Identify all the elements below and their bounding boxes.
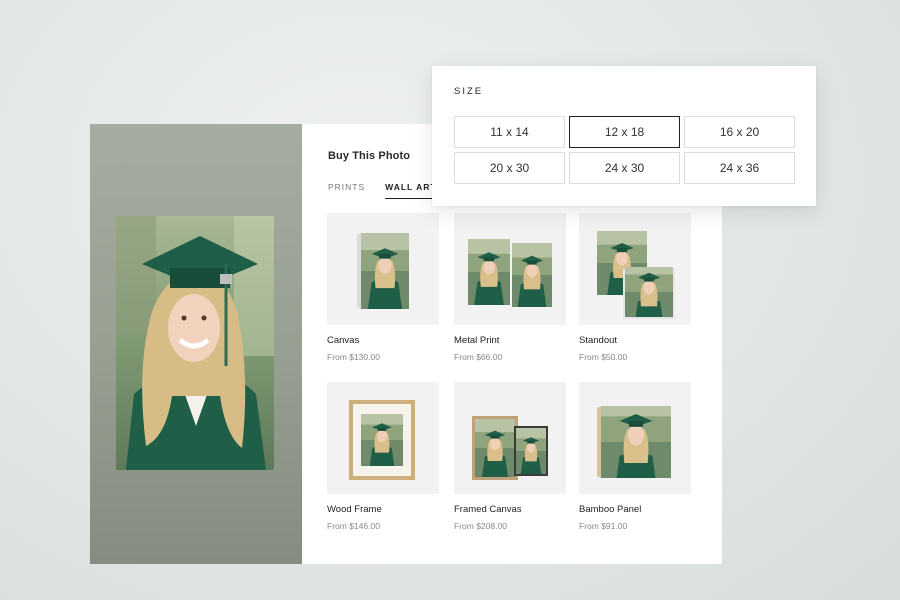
metal-print-thumbnail — [454, 213, 566, 325]
product-price: From $91.00 — [579, 521, 628, 531]
product-bamboo-panel[interactable]: Bamboo Panel From $91.00 — [579, 382, 691, 531]
product-tabs: PRINTS WALL ART — [328, 182, 437, 199]
product-name: Bamboo Panel — [579, 504, 642, 515]
size-option-12x18[interactable]: 12 x 18 — [569, 116, 680, 148]
size-options-grid: 11 x 14 12 x 18 16 x 20 20 x 30 24 x 30 … — [454, 116, 795, 184]
product-price: From $66.00 — [454, 352, 503, 362]
size-label: SIZE — [454, 86, 484, 97]
product-price: From $50.00 — [579, 352, 628, 362]
tab-wall-art[interactable]: WALL ART — [385, 182, 437, 199]
product-canvas[interactable]: Canvas From $130.00 — [327, 213, 439, 362]
product-name: Standout — [579, 335, 618, 346]
tab-prints[interactable]: PRINTS — [328, 182, 365, 199]
size-option-24x30[interactable]: 24 x 30 — [569, 152, 680, 184]
size-option-11x14[interactable]: 11 x 14 — [454, 116, 565, 148]
product-price: From $130.00 — [327, 352, 380, 362]
standout-thumbnail — [579, 213, 691, 325]
product-price: From $146.00 — [327, 521, 380, 531]
size-option-20x30[interactable]: 20 x 30 — [454, 152, 565, 184]
product-name: Wood Frame — [327, 504, 382, 515]
product-standout[interactable]: Standout From $50.00 — [579, 213, 691, 362]
main-photo — [116, 216, 274, 470]
panel-title: Buy This Photo — [328, 150, 411, 162]
product-metal-print[interactable]: Metal Print From $66.00 — [454, 213, 566, 362]
bamboo-panel-thumbnail — [579, 382, 691, 494]
product-name: Canvas — [327, 335, 360, 346]
product-price: From $208.00 — [454, 521, 507, 531]
size-picker-popup: SIZE 11 x 14 12 x 18 16 x 20 20 x 30 24 … — [432, 66, 816, 206]
product-name: Framed Canvas — [454, 504, 522, 515]
product-framed-canvas[interactable]: Framed Canvas From $208.00 — [454, 382, 566, 531]
photo-preview-pane — [90, 124, 302, 564]
wood-frame-thumbnail — [327, 382, 439, 494]
size-option-16x20[interactable]: 16 x 20 — [684, 116, 795, 148]
size-option-24x36[interactable]: 24 x 36 — [684, 152, 795, 184]
product-wood-frame[interactable]: Wood Frame From $146.00 — [327, 382, 439, 531]
product-name: Metal Print — [454, 335, 500, 346]
framed-canvas-thumbnail — [454, 382, 566, 494]
canvas-thumbnail — [327, 213, 439, 325]
